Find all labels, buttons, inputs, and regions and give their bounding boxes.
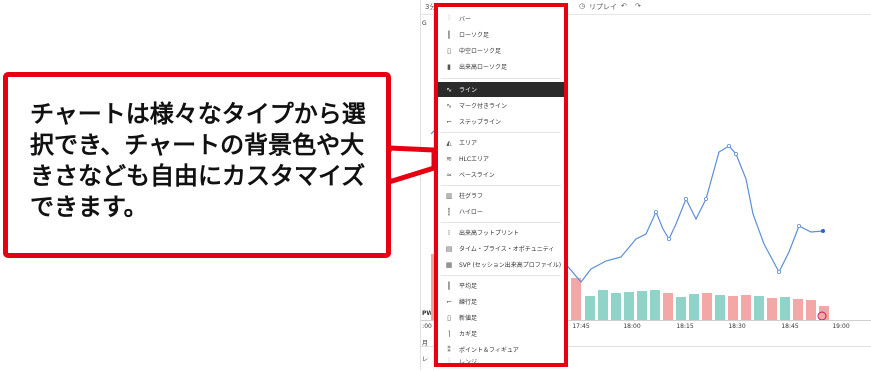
annotation-callout: チャートは様々なタイプから選択でき、チャートの背景色や大きさなども自由にカスタマ…	[3, 72, 391, 258]
screenshot: 3分 ハ ◷ リプレイ ↶ ↷ G PW 月 レ	[0, 0, 871, 370]
callout-text: チャートは様々なタイプから選択でき、チャートの背景色や大きさなども自由にカスタマ…	[30, 100, 366, 221]
